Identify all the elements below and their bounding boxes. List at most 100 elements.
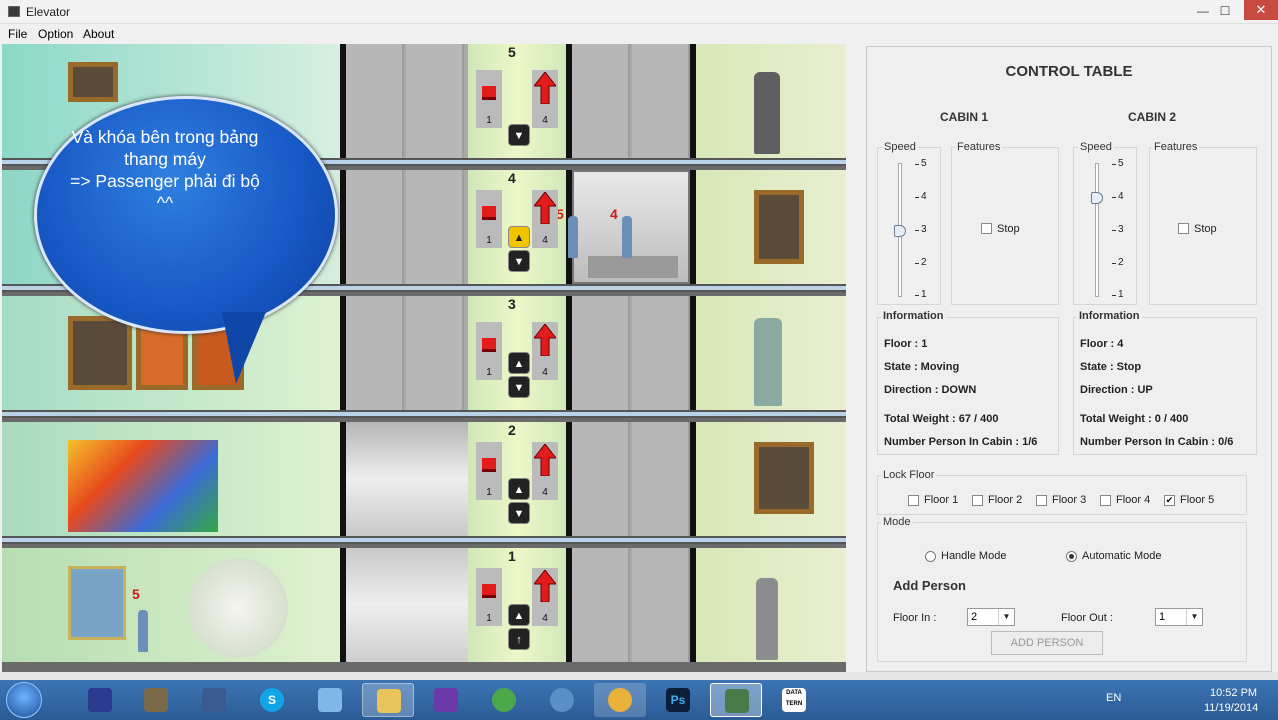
mail-icon <box>550 688 574 712</box>
up-call-button[interactable]: ▲ <box>508 478 530 500</box>
down-call-button[interactable]: ▼ <box>508 124 530 146</box>
taskbar-app[interactable] <box>536 683 588 717</box>
door-left <box>572 422 630 536</box>
down-call-button[interactable]: ▼ <box>508 376 530 398</box>
passenger <box>138 610 148 652</box>
taskbar-app[interactable] <box>362 683 414 717</box>
automatic-mode-radio[interactable] <box>1066 551 1077 562</box>
taskbar-app[interactable] <box>478 683 530 717</box>
taskbar-app[interactable] <box>74 683 126 717</box>
language-indicator[interactable]: EN <box>1106 692 1121 704</box>
menu-file[interactable]: File <box>8 27 27 41</box>
speed-tick: 2 <box>1112 257 1124 268</box>
cabin-2-call-box[interactable]: 4 <box>532 568 558 626</box>
lock-floor-1-checkbox[interactable] <box>908 495 919 506</box>
app-icon <box>8 6 20 17</box>
speed-tick: 2 <box>915 257 927 268</box>
lock-floor-2-checkbox[interactable] <box>972 495 983 506</box>
shaft-cabin-2 <box>572 44 696 158</box>
up-call-button[interactable]: ▲ <box>508 352 530 374</box>
cabin-1-stop-checkbox[interactable] <box>981 223 992 234</box>
floor-5-right-wall <box>696 44 846 158</box>
taskbar-app[interactable] <box>304 683 356 717</box>
close-button[interactable]: ✕ <box>1244 0 1278 20</box>
shaft-cabin-1 <box>346 44 468 158</box>
up-call-button[interactable]: ▲ <box>508 226 530 248</box>
taskbar-app-icon <box>88 688 112 712</box>
handle-mode-radio[interactable] <box>925 551 936 562</box>
cabin-1-call-box[interactable]: 1 <box>476 70 502 128</box>
automatic-mode-label: Automatic Mode <box>1082 550 1162 562</box>
start-button[interactable] <box>6 682 42 718</box>
mode-label: Mode <box>881 516 913 528</box>
shaft-cabin-2 <box>572 422 696 536</box>
cabin-2-call-box[interactable]: 4 <box>532 70 558 128</box>
door-right <box>632 296 690 410</box>
shaft-cabin-2 <box>572 548 696 662</box>
taskbar-app[interactable]: DATA TERN <box>768 683 820 717</box>
passenger <box>622 216 632 258</box>
speed-tick: 3 <box>1112 224 1124 235</box>
minimize-button[interactable]: — <box>1196 4 1210 18</box>
clock-time[interactable]: 10:52 PM <box>1210 687 1257 699</box>
taskbar-app[interactable] <box>420 683 472 717</box>
cabin-1-call-box[interactable]: 1 <box>476 442 502 500</box>
lock-floor-5-checkbox[interactable]: ✔ <box>1164 495 1175 506</box>
cabin-2-call-box[interactable]: 4 <box>532 442 558 500</box>
tree-decoration <box>188 558 288 658</box>
title-bar: Elevator — ☐ ✕ <box>0 0 1278 24</box>
cabin-2-call-box[interactable]: 4 <box>532 322 558 380</box>
datatern-icon: DATA TERN <box>782 688 806 712</box>
cabin-2-speed-label: Speed <box>1078 141 1114 153</box>
add-person-button[interactable]: ADD PERSON <box>991 631 1103 655</box>
door-right <box>406 296 464 410</box>
elevator-app-icon <box>725 689 749 713</box>
door-right <box>406 170 464 284</box>
building-view: 5 1 4 ▼ 5 4 4 1 4 ▲ ▼ 3 1 4 ▲ ▼ 2 1 4 ▲ … <box>2 44 846 672</box>
lock-floor-4-checkbox[interactable] <box>1100 495 1111 506</box>
taskbar-app[interactable] <box>710 683 762 717</box>
taskbar-app[interactable] <box>188 683 240 717</box>
menu-option[interactable]: Option <box>38 27 73 41</box>
down-call-button[interactable]: ↑ <box>508 628 530 650</box>
taskbar-app[interactable] <box>594 683 646 717</box>
cabin-1-call-box[interactable]: 1 <box>476 322 502 380</box>
up-call-button[interactable]: ▲ <box>508 604 530 626</box>
floor-2-right-wall <box>696 422 846 536</box>
maximize-button[interactable]: ☐ <box>1218 4 1232 18</box>
down-call-button[interactable]: ▼ <box>508 250 530 272</box>
door-right <box>632 548 690 662</box>
taskbar-app[interactable] <box>130 683 182 717</box>
lock-floor-1-label: Floor 1 <box>924 494 959 506</box>
horizontal-scrollbar[interactable] <box>0 672 1278 680</box>
cabin-1-speed-thumb[interactable] <box>894 225 906 237</box>
cabin-2-speed-group <box>1073 147 1137 305</box>
menu-about[interactable]: About <box>83 27 114 41</box>
down-call-button[interactable]: ▼ <box>508 502 530 524</box>
cabin-2-speed-thumb[interactable] <box>1091 192 1103 204</box>
lock-floor-3-checkbox[interactable] <box>1036 495 1047 506</box>
door-left <box>572 296 630 410</box>
cabin-1-floor: Floor : 1 <box>884 338 928 350</box>
cabin-1-call-box[interactable]: 1 <box>476 568 502 626</box>
chrome-icon <box>608 688 632 712</box>
cabin-1-stop-label: Stop <box>997 223 1020 235</box>
door-left <box>572 548 630 662</box>
taskbar-app[interactable]: Ps <box>652 683 704 717</box>
portrait-stamp <box>68 566 126 640</box>
portrait-frame <box>754 442 814 514</box>
cabin-indicator-icon <box>482 584 496 598</box>
cabin-2-call-box[interactable]: 4 <box>532 190 558 248</box>
floor-out-select[interactable]: 1 ▼ <box>1155 608 1203 626</box>
floor-in-select[interactable]: 2 ▼ <box>967 608 1015 626</box>
cabin-2-speed-slider[interactable] <box>1095 163 1099 297</box>
clock-date[interactable]: 11/19/2014 <box>1204 702 1258 714</box>
floor-1-right-wall <box>696 548 846 662</box>
cabin-1-features-label: Features <box>955 141 1003 153</box>
cabin-2-stop-checkbox[interactable] <box>1178 223 1189 234</box>
up-arrow-icon <box>534 324 556 356</box>
cabin-1-call-box[interactable]: 1 <box>476 190 502 248</box>
speed-tick: 4 <box>1112 191 1124 202</box>
taskbar-app[interactable]: S <box>246 683 298 717</box>
speed-tick: 1 <box>915 289 927 300</box>
